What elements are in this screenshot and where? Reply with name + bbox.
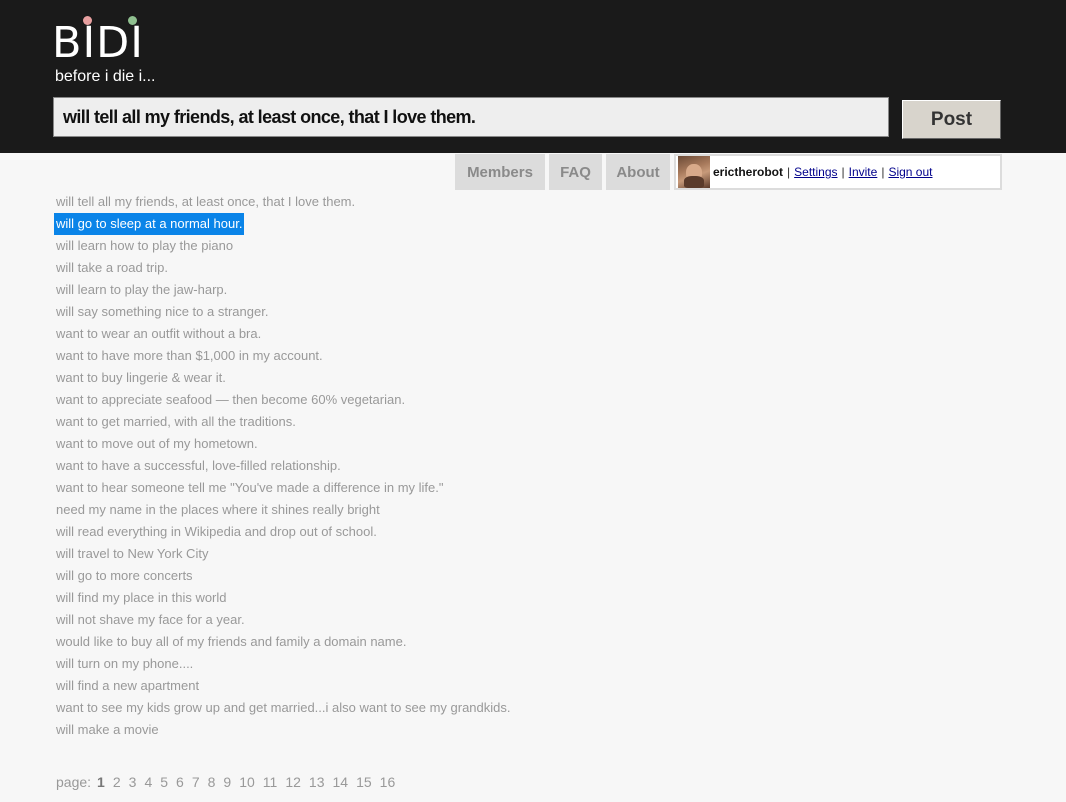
list-item[interactable]: want to move out of my hometown. <box>54 433 260 455</box>
logo-dot-pink <box>83 16 92 25</box>
logo-dot-green <box>128 16 137 25</box>
list-item[interactable]: will not shave my face for a year. <box>54 609 247 631</box>
list-item[interactable]: will take a road trip. <box>54 257 170 279</box>
page-link[interactable]: 5 <box>160 774 168 790</box>
list-item[interactable]: would like to buy all of my friends and … <box>54 631 408 653</box>
list-item[interactable]: will learn to play the jaw-harp. <box>54 279 229 301</box>
page-link[interactable]: 7 <box>192 774 200 790</box>
sign-out-link[interactable]: Sign out <box>888 165 932 179</box>
page-link[interactable]: 15 <box>356 774 372 790</box>
list-item-selected[interactable]: will go to sleep at a normal hour. <box>54 213 245 235</box>
header-bar: BIDI before i die i... Post <box>0 0 1066 153</box>
logo-text: BIDI <box>52 18 144 68</box>
tab-members[interactable]: Members <box>455 154 545 190</box>
username[interactable]: erictherobot <box>713 165 783 179</box>
page-link[interactable]: 11 <box>263 774 278 790</box>
post-button[interactable]: Post <box>902 100 1001 139</box>
list-item[interactable]: want to wear an outfit without a bra. <box>54 323 263 345</box>
page-link[interactable]: 4 <box>144 774 152 790</box>
invite-link[interactable]: Invite <box>849 165 878 179</box>
bidi-logo[interactable]: BIDI <box>52 15 172 75</box>
entry-input[interactable] <box>53 97 889 137</box>
list-item[interactable]: will tell all my friends, at least once,… <box>54 191 357 213</box>
list-item[interactable]: want to appreciate seafood — then become… <box>54 389 407 411</box>
list-item[interactable]: will make a movie <box>54 719 161 741</box>
list-item[interactable]: want to get married, with all the tradit… <box>54 411 298 433</box>
page-link[interactable]: 3 <box>129 774 137 790</box>
page-link[interactable]: 16 <box>380 774 396 790</box>
list-item[interactable]: want to buy lingerie & wear it. <box>54 367 228 389</box>
tab-about[interactable]: About <box>606 154 670 190</box>
list-item[interactable]: want to hear someone tell me "You've mad… <box>54 477 445 499</box>
list-item[interactable]: want to have more than $1,000 in my acco… <box>54 345 325 367</box>
separator: | <box>787 165 791 179</box>
tab-faq[interactable]: FAQ <box>549 154 602 190</box>
page-link[interactable]: 10 <box>239 774 255 790</box>
list-item[interactable]: will learn how to play the piano <box>54 235 235 257</box>
list-item[interactable]: will find my place in this world <box>54 587 229 609</box>
list-item[interactable]: will travel to New York City <box>54 543 210 565</box>
list-item[interactable]: will say something nice to a stranger. <box>54 301 270 323</box>
list-item[interactable]: will find a new apartment <box>54 675 201 697</box>
tagline: before i die i... <box>55 68 156 85</box>
list-item[interactable]: want to see my kids grow up and get marr… <box>54 697 513 719</box>
list-item[interactable]: will read everything in Wikipedia and dr… <box>54 521 379 543</box>
list-item[interactable]: need my name in the places where it shin… <box>54 499 382 521</box>
entry-list: will tell all my friends, at least once,… <box>54 191 513 741</box>
page-link-current[interactable]: 1 <box>97 774 105 790</box>
page-label: page: <box>56 774 92 790</box>
avatar[interactable] <box>678 156 710 188</box>
page-link[interactable]: 14 <box>333 774 349 790</box>
page-link[interactable]: 13 <box>309 774 325 790</box>
page-link[interactable]: 12 <box>285 774 301 790</box>
user-panel: erictherobot | Settings | Invite | Sign … <box>674 154 1002 190</box>
list-item[interactable]: want to have a successful, love-filled r… <box>54 455 343 477</box>
page-link[interactable]: 9 <box>223 774 231 790</box>
list-item[interactable]: will turn on my phone.... <box>54 653 195 675</box>
separator: | <box>841 165 845 179</box>
page-link[interactable]: 2 <box>113 774 121 790</box>
separator: | <box>881 165 885 179</box>
page-link[interactable]: 6 <box>176 774 184 790</box>
settings-link[interactable]: Settings <box>794 165 837 179</box>
pagination: page: 1 2 3 4 5 6 7 8 9 10 11 12 13 14 1… <box>56 774 403 790</box>
list-item[interactable]: will go to more concerts <box>54 565 195 587</box>
page-link[interactable]: 8 <box>208 774 216 790</box>
